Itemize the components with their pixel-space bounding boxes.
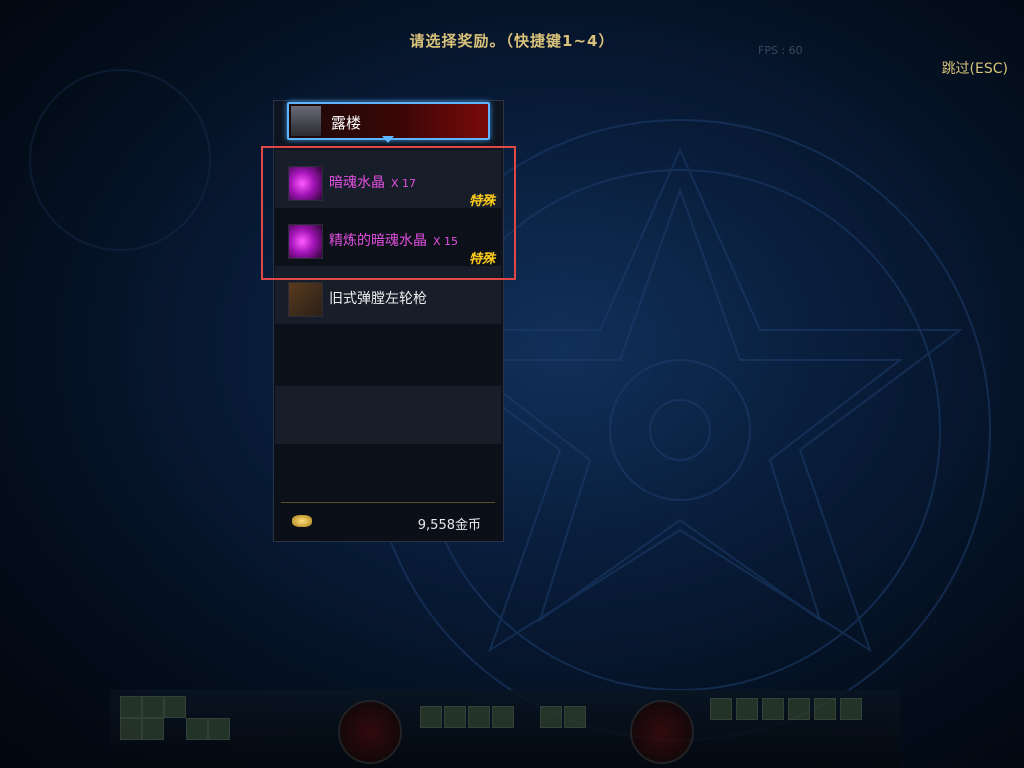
skill-hotbar	[110, 690, 900, 768]
character-header: 露楼	[287, 102, 490, 140]
gold-reward: 9,558金币	[275, 506, 501, 536]
selection-highlight	[261, 146, 516, 280]
gold-coin-icon	[292, 515, 312, 527]
skill-slot[interactable]	[186, 718, 208, 740]
skill-slot[interactable]	[164, 696, 186, 718]
character-avatar	[291, 106, 321, 136]
hp-orb-icon	[338, 700, 402, 764]
skill-slot[interactable]	[420, 706, 442, 728]
skill-slot[interactable]	[788, 698, 810, 720]
skill-slot[interactable]	[120, 718, 142, 740]
skill-slot[interactable]	[564, 706, 586, 728]
skill-slot[interactable]	[762, 698, 784, 720]
skill-slot[interactable]	[142, 718, 164, 740]
reward-name: 旧式弹膛左轮枪	[329, 291, 427, 307]
skill-slot[interactable]	[208, 718, 230, 740]
skill-slot[interactable]	[120, 696, 142, 718]
empty-slot	[275, 386, 501, 444]
skill-slot[interactable]	[468, 706, 490, 728]
skill-slot[interactable]	[142, 696, 164, 718]
empty-slot	[275, 326, 501, 384]
skill-slot[interactable]	[840, 698, 862, 720]
skill-slot[interactable]	[444, 706, 466, 728]
reward-prompt-title: 请选择奖励。（快捷键1~4）	[409, 32, 615, 50]
overlay-dim	[0, 0, 1024, 768]
skill-slot[interactable]	[492, 706, 514, 728]
character-name: 露楼	[331, 114, 362, 132]
header-pointer-icon	[382, 136, 394, 143]
skill-slot[interactable]	[710, 698, 732, 720]
skill-slot[interactable]	[540, 706, 562, 728]
mp-orb-icon	[630, 700, 694, 764]
skip-button[interactable]: 跳过(ESC)	[942, 58, 1008, 78]
divider	[281, 502, 495, 503]
skill-slot[interactable]	[814, 698, 836, 720]
gold-amount: 9,558金币	[417, 518, 481, 533]
revolver-icon	[288, 282, 323, 317]
skill-slot[interactable]	[736, 698, 758, 720]
empty-slot	[275, 444, 501, 502]
